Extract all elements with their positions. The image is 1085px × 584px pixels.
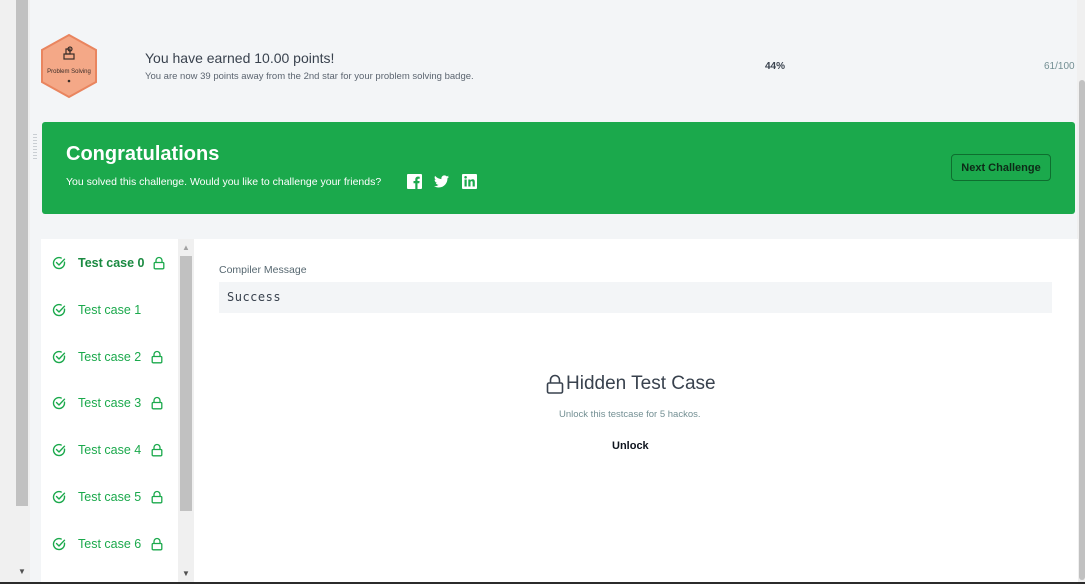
test-case-label: Test case 4 — [78, 443, 142, 458]
unlock-button[interactable]: Unlock — [612, 440, 649, 452]
next-challenge-button[interactable]: Next Challenge — [951, 154, 1051, 181]
lock-icon — [151, 444, 163, 457]
facebook-icon[interactable] — [407, 174, 422, 189]
hidden-test-case-subtitle: Unlock this testcase for 5 hackos. — [559, 409, 701, 420]
test-case-item[interactable]: Test case 2 — [41, 342, 178, 372]
next-star-text: You are now 39 points away from the 2nd … — [145, 71, 474, 82]
congratulations-subtitle: You solved this challenge. Would you lik… — [66, 176, 382, 188]
test-case-label: Test case 1 — [78, 302, 142, 317]
scroll-up-arrow-icon[interactable]: ▲ — [182, 243, 190, 252]
progress-percent: 44% — [765, 61, 786, 72]
badge-name: Problem Solving — [47, 69, 91, 75]
test-case-label: Test case 5 — [78, 490, 142, 504]
points-progress: 61/100 — [1044, 61, 1075, 72]
check-circle-icon — [52, 303, 66, 316]
lock-icon — [151, 537, 163, 551]
page-scrollbar-right[interactable] — [1077, 0, 1085, 584]
test-case-label: Test case 6 — [78, 536, 142, 551]
scroll-down-arrow-icon[interactable]: ▼ — [18, 567, 26, 576]
congratulations-title: Congratulations — [66, 143, 220, 165]
check-circle-icon — [52, 537, 66, 550]
test-case-list: Test case 0 Test case 1 Test case 2 Test ca… — [41, 239, 178, 584]
test-case-item[interactable]: Test case 0 — [41, 248, 178, 278]
test-case-item[interactable]: Test case 3 — [41, 388, 178, 418]
test-results-panel: Test case 0 Test case 1 Test case 2 Test ca… — [41, 239, 1078, 584]
problem-solving-badge-icon: Problem Solving — [41, 33, 97, 99]
test-case-label: Test case 2 — [78, 349, 142, 364]
lock-icon — [151, 350, 163, 364]
check-circle-icon — [52, 490, 66, 504]
check-circle-icon — [52, 350, 66, 363]
lock-icon — [151, 490, 163, 504]
lock-icon — [151, 397, 163, 410]
check-circle-icon — [52, 397, 66, 410]
test-case-label: Test case 0 — [78, 256, 145, 270]
congratulations-banner: Congratulations You solved this challeng… — [42, 122, 1075, 214]
check-circle-icon — [52, 256, 66, 270]
compiler-message-label: Compiler Message — [219, 264, 307, 276]
scrollbar-thumb[interactable] — [1079, 80, 1085, 580]
lock-icon — [153, 256, 165, 270]
lock-icon — [546, 374, 564, 394]
compiler-message-box: Success — [219, 282, 1052, 313]
scrollbar-thumb[interactable] — [16, 0, 28, 506]
scroll-down-arrow-icon[interactable]: ▼ — [182, 569, 190, 578]
page-scrollbar-left[interactable]: ▼ — [0, 0, 30, 584]
scrollbar-thumb[interactable] — [180, 256, 192, 511]
check-circle-icon — [52, 444, 66, 457]
linkedin-icon[interactable] — [462, 174, 477, 189]
test-case-item[interactable]: Test case 4 — [41, 435, 178, 465]
twitter-icon[interactable] — [434, 174, 449, 189]
test-case-item[interactable]: Test case 6 — [41, 529, 178, 559]
resize-grip-icon[interactable] — [33, 134, 37, 160]
points-earned-text: You have earned 10.00 points! — [145, 50, 335, 66]
test-case-list-scrollbar[interactable]: ▲ ▼ — [178, 239, 194, 584]
test-case-item[interactable]: Test case 1 — [41, 295, 178, 325]
test-case-item[interactable]: Test case 5 — [41, 482, 178, 512]
compiler-message-text: Success — [227, 290, 282, 304]
test-case-label: Test case 3 — [78, 396, 142, 411]
hidden-test-case-title: Hidden Test Case — [566, 373, 716, 394]
